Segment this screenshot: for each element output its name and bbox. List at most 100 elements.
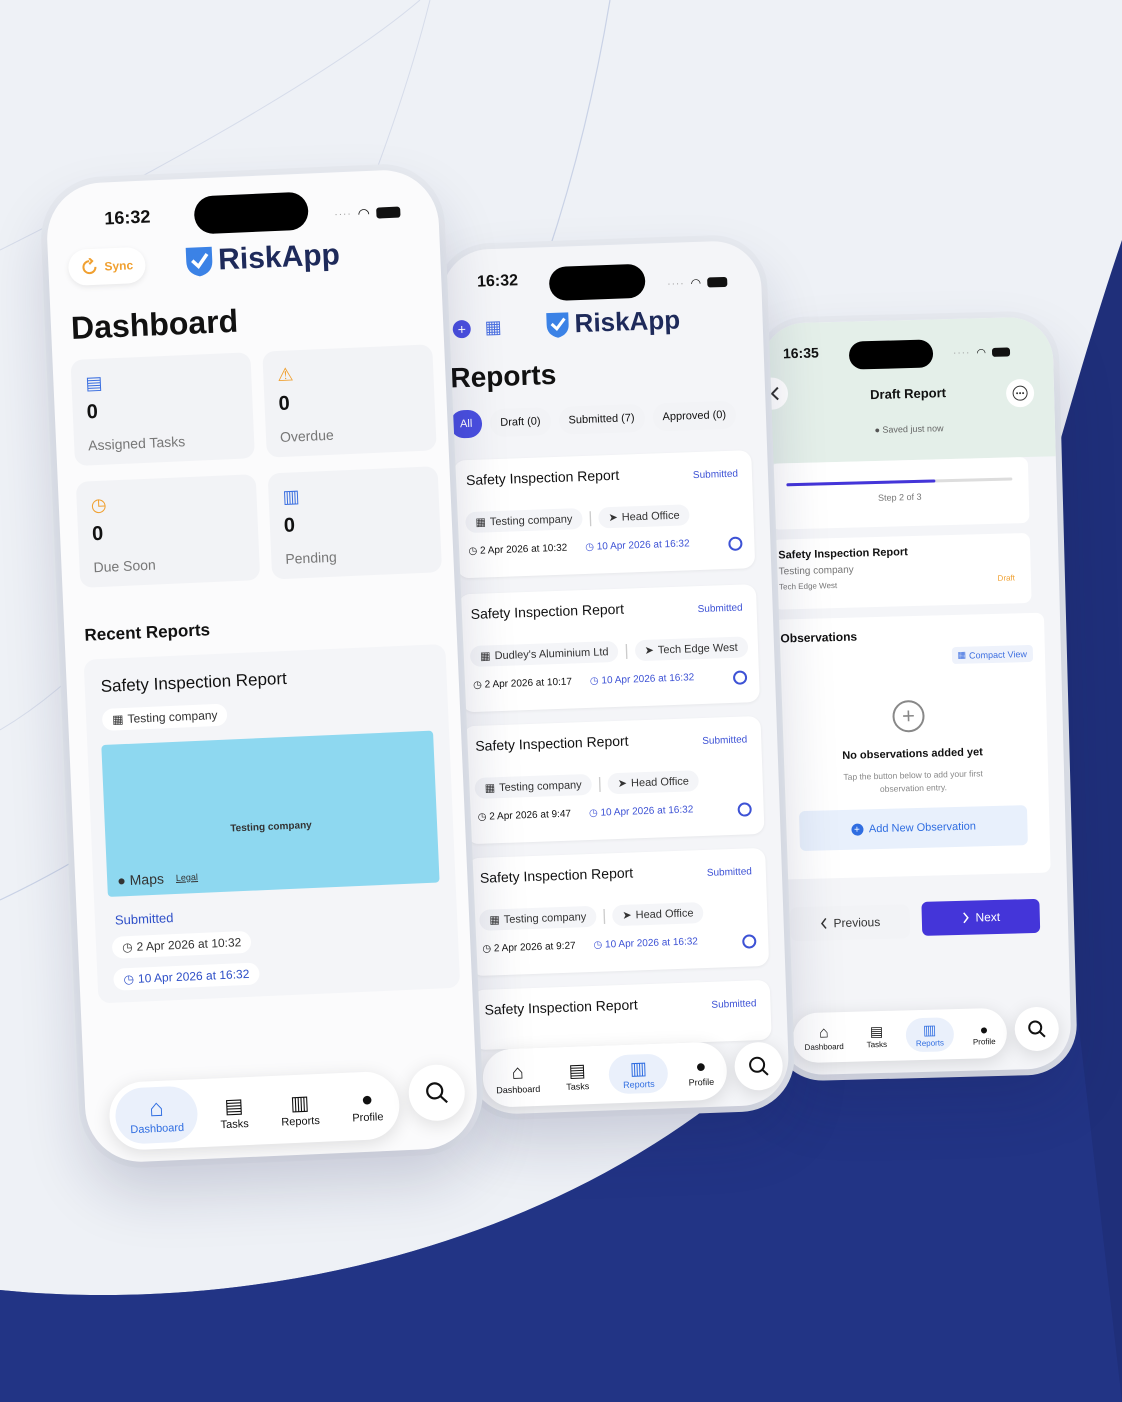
stat-pending[interactable]: ▥ 0 Pending <box>267 466 443 580</box>
building-icon: ▦ <box>111 712 124 727</box>
search-icon <box>426 1082 448 1104</box>
building-icon: ▦ <box>475 516 487 529</box>
report-title: Safety Inspection Report <box>465 466 620 489</box>
map-preview[interactable]: Testing company ● Maps Legal <box>101 730 440 897</box>
wifi-icon: ◠ <box>976 347 987 360</box>
battery-icon <box>375 206 401 219</box>
view-icon[interactable] <box>728 536 743 551</box>
check-circle-icon: ● <box>874 424 881 435</box>
divider: | <box>601 906 607 925</box>
status-icons: ···· ◠ <box>953 345 1011 360</box>
tab-dashboard[interactable]: ⌂ Dashboard <box>800 1019 848 1055</box>
search-button[interactable] <box>407 1063 466 1122</box>
tab-reports[interactable]: ▥ Reports <box>608 1052 669 1094</box>
tab-dashboard[interactable]: ⌂ Dashboard <box>489 1056 546 1099</box>
stat-overdue[interactable]: ⚠ 0 Overdue <box>262 344 437 458</box>
tab-label: Dashboard <box>496 1083 541 1095</box>
stat-label: Due Soon <box>93 556 157 576</box>
tab-dashboard[interactable]: ⌂ Dashboard <box>114 1085 199 1145</box>
app-logo: RiskApp <box>184 238 341 279</box>
status-icons: ···· ◠ <box>667 275 728 291</box>
tab-label: Tasks <box>566 1080 590 1092</box>
tab-reports[interactable]: ▥ Reports <box>270 1083 331 1135</box>
divider: | <box>588 509 593 527</box>
report-card[interactable]: Safety Inspection Report Submitted ▦ Testin… <box>467 847 770 977</box>
building-icon: ▦ <box>484 782 496 795</box>
created-date: 2 Apr 2026 at 9:47 <box>489 808 572 823</box>
clipboard-icon: ▤ <box>85 372 103 394</box>
tab-reports[interactable]: ▥ Reports <box>905 1017 955 1053</box>
stat-due-soon[interactable]: ◷ 0 Due Soon <box>75 474 261 588</box>
filter-draft[interactable]: Draft (0) <box>489 407 552 438</box>
tab-profile[interactable]: ● Profile <box>968 1016 1000 1050</box>
report-card[interactable]: Safety Inspection Report Submitted <box>471 979 772 1051</box>
grid-view-button[interactable]: ▦ <box>484 317 502 339</box>
location-name: Tech Edge West <box>778 581 838 592</box>
add-button[interactable]: + <box>452 319 472 339</box>
check-circle-icon: ◷ <box>593 939 606 951</box>
document-icon: ▥ <box>289 1091 310 1115</box>
created-date-wrap: ◷ 2 Apr 2026 at 9:27 <box>482 941 576 955</box>
compact-view-button[interactable]: ▦ Compact View <box>951 644 1034 665</box>
report-card[interactable]: Safety Inspection Report Submitted ▦ Dudley… <box>458 584 760 713</box>
report-card[interactable]: Safety Inspection Report Submitted ▦ Testin… <box>462 715 765 845</box>
home-icon: ⌂ <box>818 1023 829 1042</box>
status-badge: Submitted <box>711 998 757 1011</box>
created-date-wrap: ◷ 2 Apr 2026 at 10:32 <box>468 543 567 557</box>
next-label: Next <box>975 909 1001 925</box>
sync-button[interactable]: Sync <box>67 246 146 287</box>
battery-icon <box>706 276 728 288</box>
location-name: Head Office <box>630 774 690 790</box>
tab-label: Reports <box>915 1038 945 1049</box>
tab-label: Profile <box>352 1110 384 1124</box>
view-icon[interactable] <box>732 670 748 685</box>
building-icon: ▦ <box>489 914 501 927</box>
filter-all[interactable]: All <box>449 409 483 439</box>
view-icon[interactable] <box>742 934 757 949</box>
location-name: Head Office <box>621 509 680 524</box>
report-dates: ◷ 2 Apr 2026 at 10:32 ◷ 10 Apr 2026 at 16… <box>468 538 689 557</box>
person-icon: ● <box>979 1020 989 1037</box>
dynamic-island <box>193 191 310 235</box>
compact-view-label: Compact View <box>968 648 1028 661</box>
signal-icon: ···· <box>667 277 685 290</box>
step-label: Step 2 of 3 <box>877 491 922 503</box>
progress-card: Step 2 of 3 <box>769 456 1030 530</box>
tab-profile[interactable]: ● Profile <box>341 1081 394 1130</box>
next-button[interactable]: Next <box>921 898 1041 936</box>
created-date: 2 Apr 2026 at 9:27 <box>493 940 576 955</box>
clock-icon: ◷ <box>468 545 481 558</box>
divider: | <box>624 642 629 660</box>
add-observation-button[interactable]: + Add New Observation <box>798 805 1028 852</box>
tab-label: Profile <box>972 1036 996 1047</box>
clipboard-icon: ▤ <box>869 1022 884 1040</box>
status-badge: Submitted <box>702 734 748 747</box>
search-button[interactable] <box>733 1041 784 1092</box>
saved-text: Saved just now <box>882 423 944 435</box>
tab-profile[interactable]: ● Profile <box>682 1051 721 1091</box>
phone-dashboard: 16:32 ···· ◠ Sync RiskApp Dashboard ▤ 0 … <box>44 167 480 1165</box>
company-chip: ▦ Testing company <box>465 508 583 534</box>
tab-bar: ⌂ Dashboard ▤ Tasks ▥ Reports ● Profile <box>108 1070 401 1152</box>
tab-tasks[interactable]: ▤ Tasks <box>209 1086 259 1137</box>
tab-bar: ⌂ Dashboard ▤ Tasks ▥ Reports ● Profile <box>481 1041 728 1108</box>
filter-approved[interactable]: Approved (0) <box>652 400 737 432</box>
tab-label: Reports <box>623 1078 655 1090</box>
stat-assigned-tasks[interactable]: ▤ 0 Assigned Tasks <box>70 352 255 466</box>
tab-tasks[interactable]: ▤ Tasks <box>559 1055 595 1095</box>
company-name: Dudley's Aluminium Ltd <box>494 645 609 662</box>
filter-submitted[interactable]: Submitted (7) <box>558 403 646 435</box>
view-icon[interactable] <box>737 802 752 817</box>
stat-value: 0 <box>283 514 296 537</box>
report-meta: ▦ Dudley's Aluminium Ltd | ➤ Tech Edge West <box>469 636 749 668</box>
previous-button[interactable]: Previous <box>789 904 911 942</box>
due-date: 10 Apr 2026 at 16:32 <box>137 966 250 986</box>
recent-report-card[interactable]: Safety Inspection Report ▦ Testing compan… <box>83 643 461 1004</box>
app-logo: RiskApp <box>544 305 681 341</box>
search-button[interactable] <box>1014 1006 1060 1052</box>
maps-legal-link[interactable]: Legal <box>176 872 198 883</box>
report-title: Safety Inspection Report <box>479 864 634 886</box>
tab-tasks[interactable]: ▤ Tasks <box>862 1019 891 1054</box>
status-time: 16:32 <box>476 272 519 291</box>
report-card[interactable]: Safety Inspection Report Submitted ▦ Testin… <box>453 450 756 579</box>
